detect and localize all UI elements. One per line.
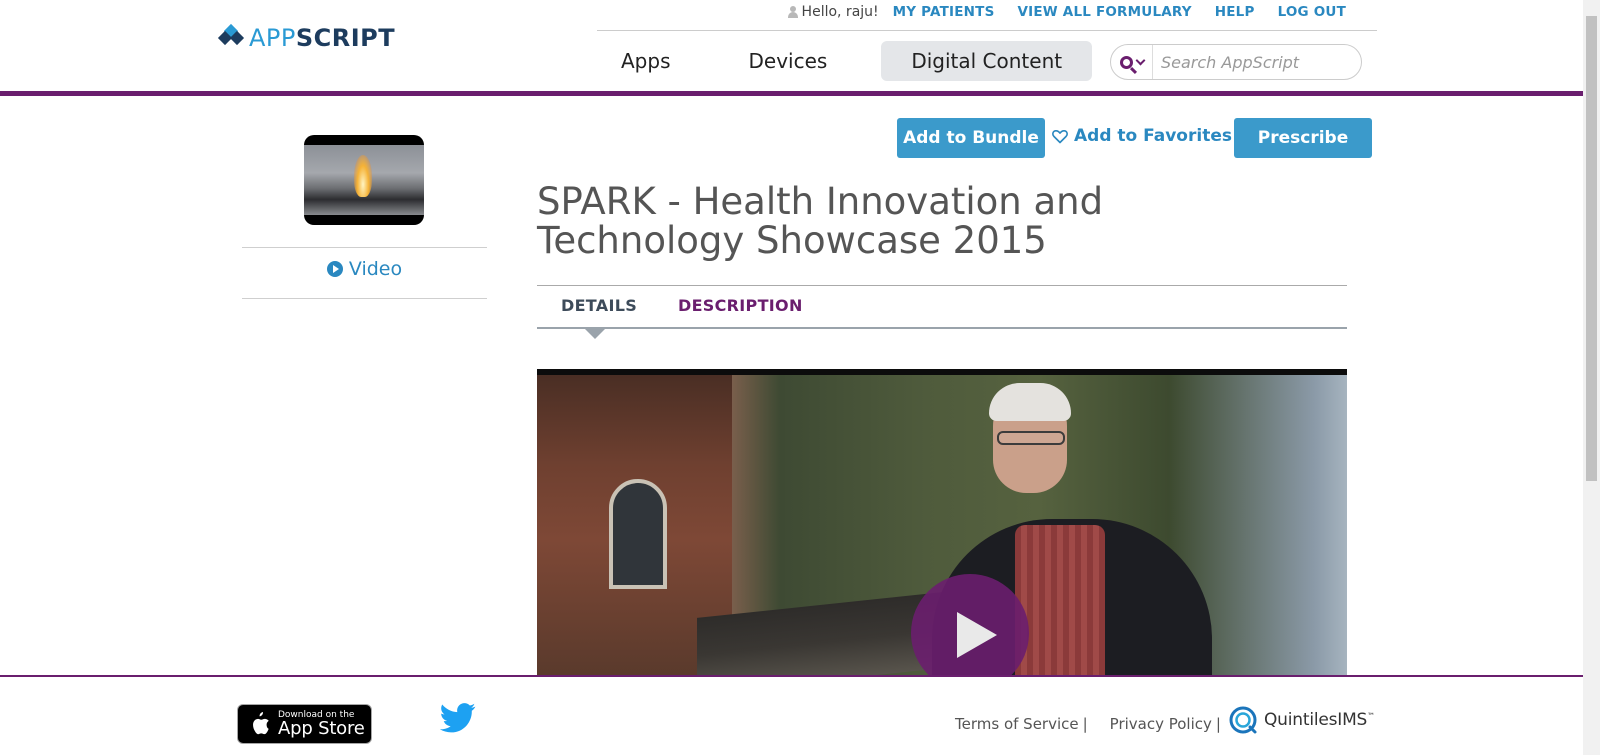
video-link-label: Video: [348, 258, 403, 280]
footer-separator: |: [1215, 715, 1221, 733]
video-scene-shirt: [1015, 525, 1105, 675]
log-out-link[interactable]: LOG OUT: [1278, 4, 1346, 20]
quintilesims-name: QuintilesIMS: [1264, 710, 1368, 730]
logo-text-app: APP: [249, 24, 296, 52]
nav-tab-apps[interactable]: Apps: [597, 41, 695, 81]
header-accent-bar: [0, 91, 1583, 96]
user-greeting: Hello, raju!: [801, 4, 879, 20]
footer-links: Terms of Service | Privacy Policy |: [955, 715, 1243, 733]
help-link[interactable]: HELP: [1215, 4, 1255, 20]
heart-icon: [1052, 129, 1068, 143]
video-scene-hair: [989, 383, 1071, 421]
footer: Download on the App Store Terms of Servi…: [0, 675, 1583, 755]
video-scene-glasses: [997, 431, 1065, 445]
play-circle-icon: [326, 261, 343, 277]
app-store-big-label: App Store: [278, 717, 365, 739]
user-icon: [787, 6, 798, 18]
app-store-text: Download on the App Store: [278, 710, 365, 739]
page-scrollbar[interactable]: [1583, 0, 1600, 755]
main-nav: Apps Devices Digital Content: [597, 41, 1122, 81]
logo-text: APPSCRIPT: [249, 24, 395, 52]
video-scene-arch: [609, 479, 667, 589]
quintilesims-logo[interactable]: QuintilesIMS™: [1228, 705, 1375, 735]
add-to-favorites-link[interactable]: Add to Favorites: [1052, 124, 1232, 148]
tabs-bottom-border: [537, 327, 1347, 329]
appscript-logo[interactable]: APPSCRIPT: [217, 23, 395, 52]
appscript-logo-icon: [217, 23, 245, 51]
search-input[interactable]: [1153, 51, 1361, 73]
logo-text-script: SCRIPT: [295, 24, 396, 52]
add-to-bundle-button[interactable]: Add to Bundle: [897, 118, 1045, 158]
search-icon: [1119, 55, 1133, 69]
nav-tab-devices[interactable]: Devices: [725, 41, 852, 81]
page: APPSCRIPT Hello, raju! MY PATIENTS VIEW …: [0, 0, 1600, 755]
quintilesims-logo-icon: [1229, 706, 1257, 734]
page-title: SPARK - Health Innovation and Technology…: [537, 180, 1104, 262]
terms-of-service-link[interactable]: Terms of Service: [955, 715, 1079, 733]
sidebar-divider-top: [242, 247, 487, 248]
twitter-icon[interactable]: [440, 703, 476, 733]
tab-details[interactable]: DETAILS: [561, 296, 637, 315]
search-box: [1110, 44, 1362, 80]
app-store-badge[interactable]: Download on the App Store: [237, 704, 372, 744]
video-player[interactable]: [537, 369, 1347, 675]
chevron-down-icon: [1135, 55, 1145, 65]
tabs-top-border: [537, 285, 1347, 286]
active-tab-indicator: [585, 329, 605, 339]
header-divider: [597, 30, 1377, 31]
search-scope-button[interactable]: [1111, 45, 1153, 79]
tab-description[interactable]: DESCRIPTION: [678, 296, 803, 315]
scrollbar-thumb[interactable]: [1586, 16, 1597, 481]
nav-tab-digital-content[interactable]: Digital Content: [881, 41, 1093, 81]
trademark-symbol: ™: [1367, 711, 1375, 721]
my-patients-link[interactable]: MY PATIENTS: [893, 4, 995, 20]
view-all-formulary-link[interactable]: VIEW ALL FORMULARY: [1018, 4, 1192, 20]
privacy-policy-link[interactable]: Privacy Policy: [1110, 715, 1212, 733]
prescribe-button[interactable]: Prescribe: [1234, 118, 1372, 158]
top-utility-bar: Hello, raju! MY PATIENTS VIEW ALL FORMUL…: [787, 2, 1346, 22]
apple-icon: [253, 712, 269, 735]
add-to-favorites-label: Add to Favorites: [1074, 126, 1232, 146]
sidebar-divider-bottom: [242, 298, 487, 299]
footer-separator: |: [1082, 715, 1088, 733]
content-thumbnail: [304, 135, 424, 225]
thumbnail-flame: [354, 155, 372, 197]
quintilesims-logo-text: QuintilesIMS™: [1264, 710, 1375, 730]
video-link[interactable]: Video: [242, 258, 487, 280]
